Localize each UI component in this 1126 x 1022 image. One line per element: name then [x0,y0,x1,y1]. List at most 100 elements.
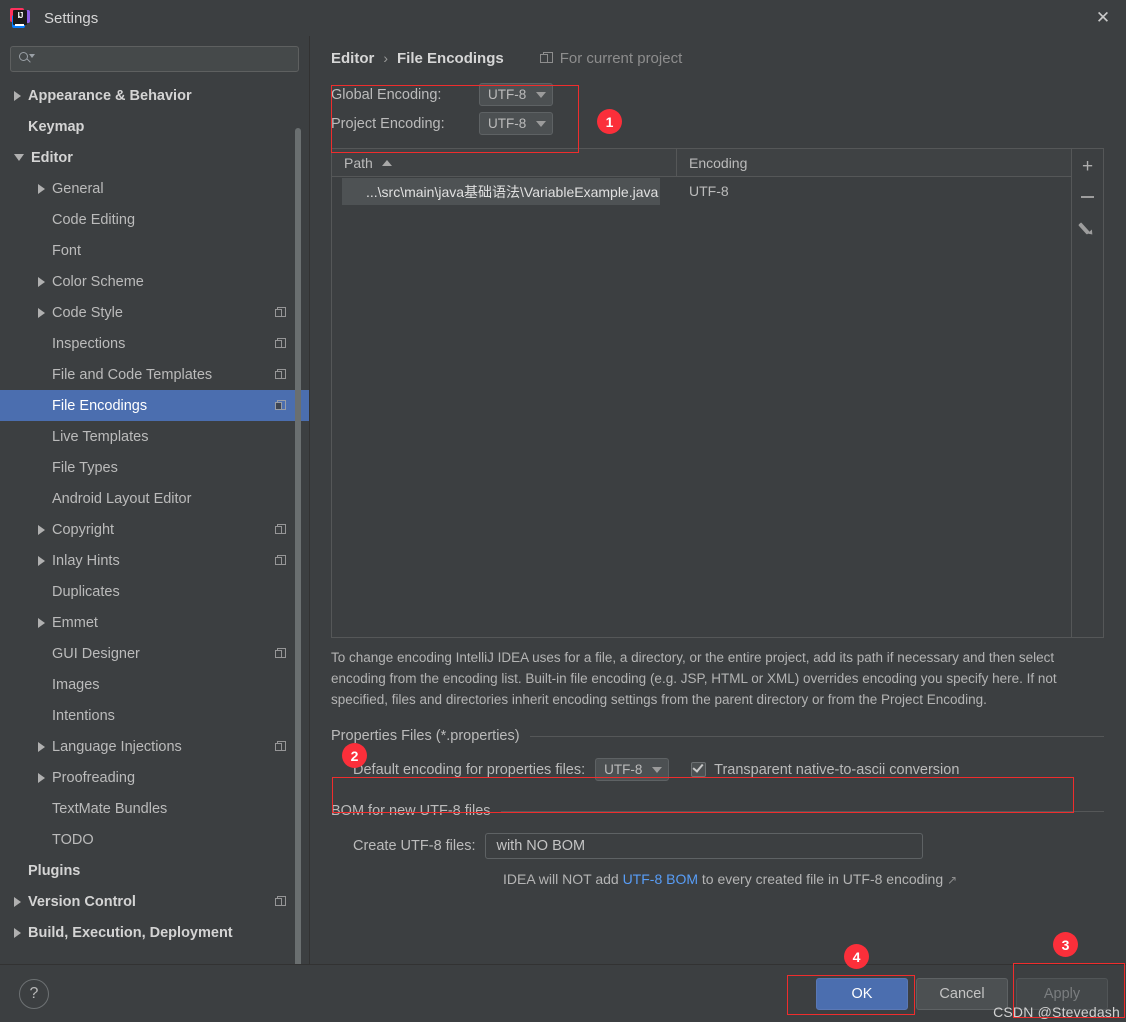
remove-path-button[interactable] [1074,182,1102,212]
sidebar-item-label: TODO [52,831,94,848]
chevron-right-icon[interactable] [14,90,21,101]
table-cell-encoding[interactable]: UTF-8 [677,183,1071,199]
chevron-right-icon[interactable] [14,896,21,907]
project-scope-icon [275,554,287,567]
sidebar-item-label: Appearance & Behavior [28,87,192,104]
search-box[interactable] [10,46,299,72]
annotation-marker-2-label: 2 [350,747,359,764]
encoding-description: To change encoding IntelliJ IDEA uses fo… [331,650,1057,707]
utf8-bom-link[interactable]: UTF-8 BOM [623,871,698,887]
logo-core-text: IJ [13,10,27,25]
project-scope-icon [275,368,287,381]
bom-mode-value: with NO BOM [496,838,586,854]
properties-group-title-label: Properties Files (*.properties) [331,728,520,744]
bom-note-prefix: IDEA will NOT add [503,871,623,887]
sidebar-item-android-layout-editor[interactable]: Android Layout Editor [0,483,309,514]
project-scope-icon [275,337,287,350]
checkmark-icon [692,761,704,773]
global-encoding-label: Global Encoding: [331,86,442,103]
sidebar-item-label: Version Control [28,893,136,910]
sidebar-item-label: File Encodings [52,397,148,414]
table-body: C...\src\main\java基础语法\VariableExample.j… [332,177,1071,637]
annotation-marker-4-label: 4 [852,948,861,965]
sidebar-item-file-encodings[interactable]: File Encodings [0,390,309,421]
default-properties-encoding-label: Default encoding for properties files: [353,761,586,778]
sidebar-item-duplicates[interactable]: Duplicates [0,576,309,607]
table-area: Path Encoding C...\src\main\java基础语法\Var… [332,149,1071,637]
sidebar-item-inspections[interactable]: Inspections [0,328,309,359]
edit-pencil-icon [1078,220,1095,236]
project-scope-icon [275,523,287,536]
sidebar-item-code-style[interactable]: Code Style [0,297,309,328]
sidebar-item-gui-designer[interactable]: GUI Designer [0,638,309,669]
chevron-right-icon[interactable] [38,524,45,535]
chevron-right-icon[interactable] [38,183,45,194]
close-icon[interactable]: ✕ [1080,0,1126,36]
project-scope-icon [275,399,287,412]
annotation-marker-3: 3 [1053,932,1078,957]
sidebar-item-font[interactable]: Font [0,235,309,266]
create-utf8-files-label: Create UTF-8 files: [353,838,476,854]
native-to-ascii-checkbox[interactable] [691,761,707,777]
sidebar-item-editor[interactable]: Editor [0,142,309,173]
sidebar-item-label: Proofreading [52,769,136,786]
sidebar-item-proofreading[interactable]: Proofreading [0,762,309,793]
sidebar-item-general[interactable]: General [0,173,309,204]
sidebar-item-copyright[interactable]: Copyright [0,514,309,545]
bom-group: BOM for new UTF-8 files Create UTF-8 fil… [331,803,1104,887]
global-encoding-combo[interactable]: UTF-8 [479,83,553,106]
chevron-right-icon[interactable] [38,276,45,287]
sidebar-item-todo[interactable]: TODO [0,824,309,855]
sidebar-item-color-scheme[interactable]: Color Scheme [0,266,309,297]
sidebar-item-emmet[interactable]: Emmet [0,607,309,638]
add-path-button[interactable]: + [1074,152,1102,182]
ok-button[interactable]: OK [816,977,908,1010]
chevron-right-icon[interactable] [38,617,45,628]
project-scope-icon [275,895,287,908]
chevron-right-icon[interactable] [38,741,45,752]
help-button[interactable]: ? [19,978,49,1009]
chevron-right-icon[interactable] [38,307,45,318]
sidebar-item-live-templates[interactable]: Live Templates [0,421,309,452]
chevron-right-icon[interactable] [38,555,45,566]
sidebar-item-intentions[interactable]: Intentions [0,700,309,731]
properties-group-body: Default encoding for properties files: U… [331,744,1104,781]
sidebar-scrollbar-thumb[interactable] [295,128,301,964]
sidebar-scrollbar-track[interactable] [295,82,305,964]
sidebar-item-file-and-code-templates[interactable]: File and Code Templates [0,359,309,390]
sidebar-item-keymap[interactable]: Keymap [0,111,309,142]
chevron-down-icon[interactable] [14,154,24,161]
chevron-right-icon[interactable] [38,772,45,783]
bom-mode-combo[interactable]: with NO BOM [485,833,924,859]
sidebar-item-inlay-hints[interactable]: Inlay Hints [0,545,309,576]
sidebar-item-language-injections[interactable]: Language Injections [0,731,309,762]
search-icon [19,52,35,66]
title-bar: IJ Settings ✕ [0,0,1126,36]
sidebar-item-label: Editor [31,149,73,166]
sidebar-item-appearance-behavior[interactable]: Appearance & Behavior [0,80,309,111]
default-properties-encoding-combo[interactable]: UTF-8 [595,758,670,781]
project-encoding-row: Project Encoding: UTF-8 [331,109,581,138]
main-panel: Editor › File Encodings For current proj… [311,36,1126,964]
sidebar-item-label: Color Scheme [52,273,144,290]
sidebar-item-build-execution-deployment[interactable]: Build, Execution, Deployment [0,917,309,948]
edit-path-button[interactable] [1074,212,1102,242]
sidebar-item-images[interactable]: Images [0,669,309,700]
chevron-right-icon[interactable] [14,927,21,938]
search-input[interactable] [37,51,292,67]
column-header-path[interactable]: Path [332,149,677,176]
sidebar-item-textmate-bundles[interactable]: TextMate Bundles [0,793,309,824]
column-header-encoding[interactable]: Encoding [677,149,1071,176]
breadcrumb-separator-icon: › [383,50,389,66]
breadcrumb-parent[interactable]: Editor [331,50,374,67]
sidebar-item-label: Inlay Hints [52,552,120,569]
sidebar-item-version-control[interactable]: Version Control [0,886,309,917]
sidebar-item-plugins[interactable]: Plugins [0,855,309,886]
project-encoding-combo[interactable]: UTF-8 [479,112,553,135]
sidebar-item-code-editing[interactable]: Code Editing [0,204,309,235]
sidebar-item-file-types[interactable]: File Types [0,452,309,483]
